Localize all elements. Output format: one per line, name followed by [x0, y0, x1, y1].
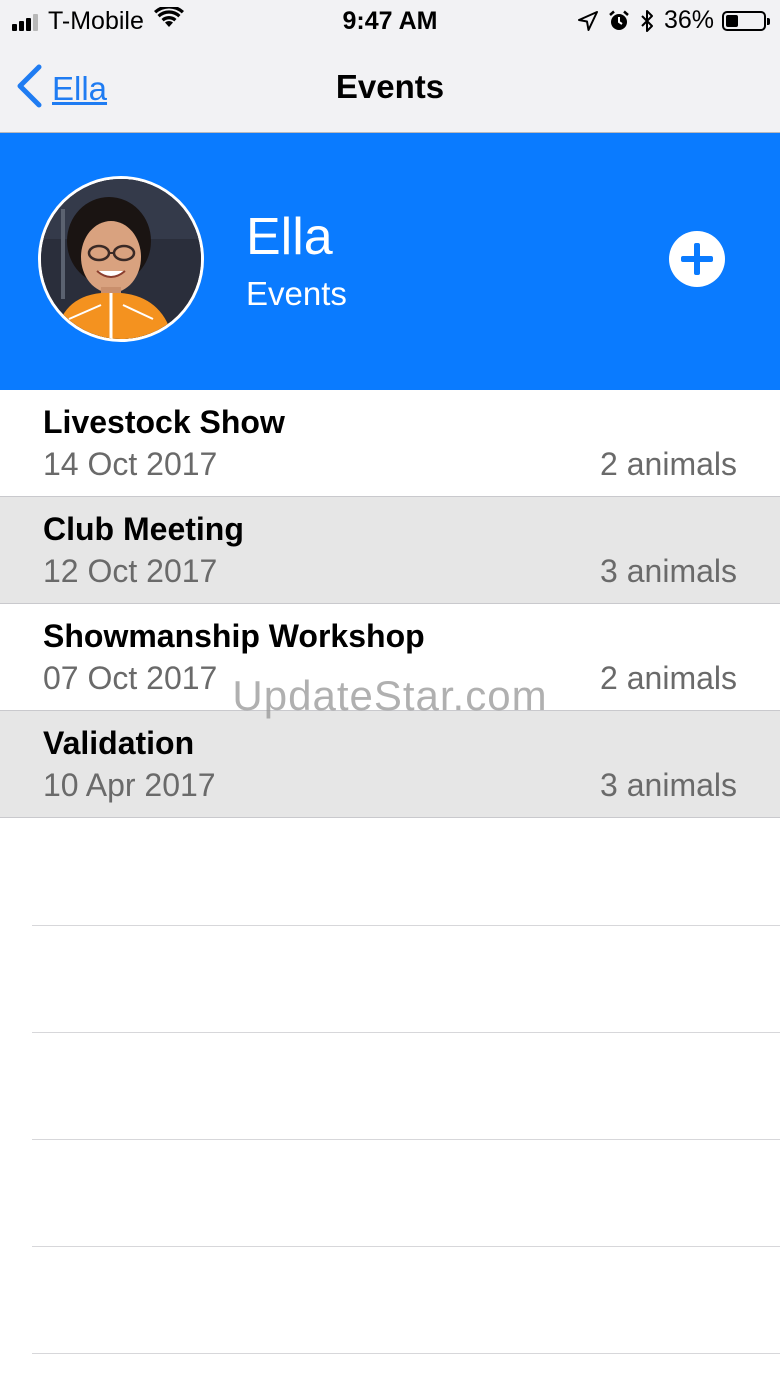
empty-row-divider: [32, 1032, 780, 1033]
profile-name: Ella: [246, 208, 333, 266]
plus-circle-icon: [669, 231, 725, 287]
location-arrow-icon: [577, 10, 598, 31]
event-date: 07 Oct 2017: [43, 660, 218, 696]
event-animal-count: 2 animals: [600, 446, 737, 482]
navigation-bar: Ella Events: [0, 44, 780, 133]
empty-row-divider: [32, 925, 780, 926]
event-name: Livestock Show: [43, 404, 285, 440]
event-row[interactable]: Validation 10 Apr 2017 3 animals: [0, 711, 780, 818]
event-name: Showmanship Workshop: [43, 618, 425, 654]
event-animal-count: 3 animals: [600, 553, 737, 589]
event-row[interactable]: Showmanship Workshop 07 Oct 2017 2 anima…: [0, 604, 780, 711]
event-row[interactable]: Livestock Show 14 Oct 2017 2 animals: [0, 390, 780, 497]
profile-header: Ella Events: [0, 133, 780, 390]
empty-row-divider: [32, 1353, 780, 1354]
event-date: 10 Apr 2017: [43, 767, 216, 803]
battery-percent: 36%: [663, 6, 714, 34]
status-right: 36%: [568, 6, 770, 35]
add-event-button[interactable]: [668, 230, 726, 288]
page-title: Events: [335, 68, 445, 105]
battery-icon: [722, 10, 770, 31]
event-list: Livestock Show 14 Oct 2017 2 animals Clu…: [0, 390, 780, 818]
empty-row-divider: [32, 1246, 780, 1247]
event-animal-count: 2 animals: [600, 660, 737, 696]
event-date: 14 Oct 2017: [43, 446, 218, 482]
bluetooth-icon: [640, 9, 654, 33]
event-date: 12 Oct 2017: [43, 553, 218, 589]
avatar: [38, 176, 204, 342]
status-bar: T-Mobile 9:47 AM 36%: [0, 0, 780, 44]
alarm-icon: [608, 10, 630, 32]
event-row[interactable]: Club Meeting 12 Oct 2017 3 animals: [0, 497, 780, 604]
events-screen: T-Mobile 9:47 AM 36% Ella Events Ella Ev…: [0, 0, 780, 1387]
profile-subtitle: Events: [246, 275, 347, 312]
event-animal-count: 3 animals: [600, 767, 737, 803]
empty-row-divider: [32, 1139, 780, 1140]
event-name: Validation: [43, 725, 195, 761]
event-name: Club Meeting: [43, 511, 244, 547]
